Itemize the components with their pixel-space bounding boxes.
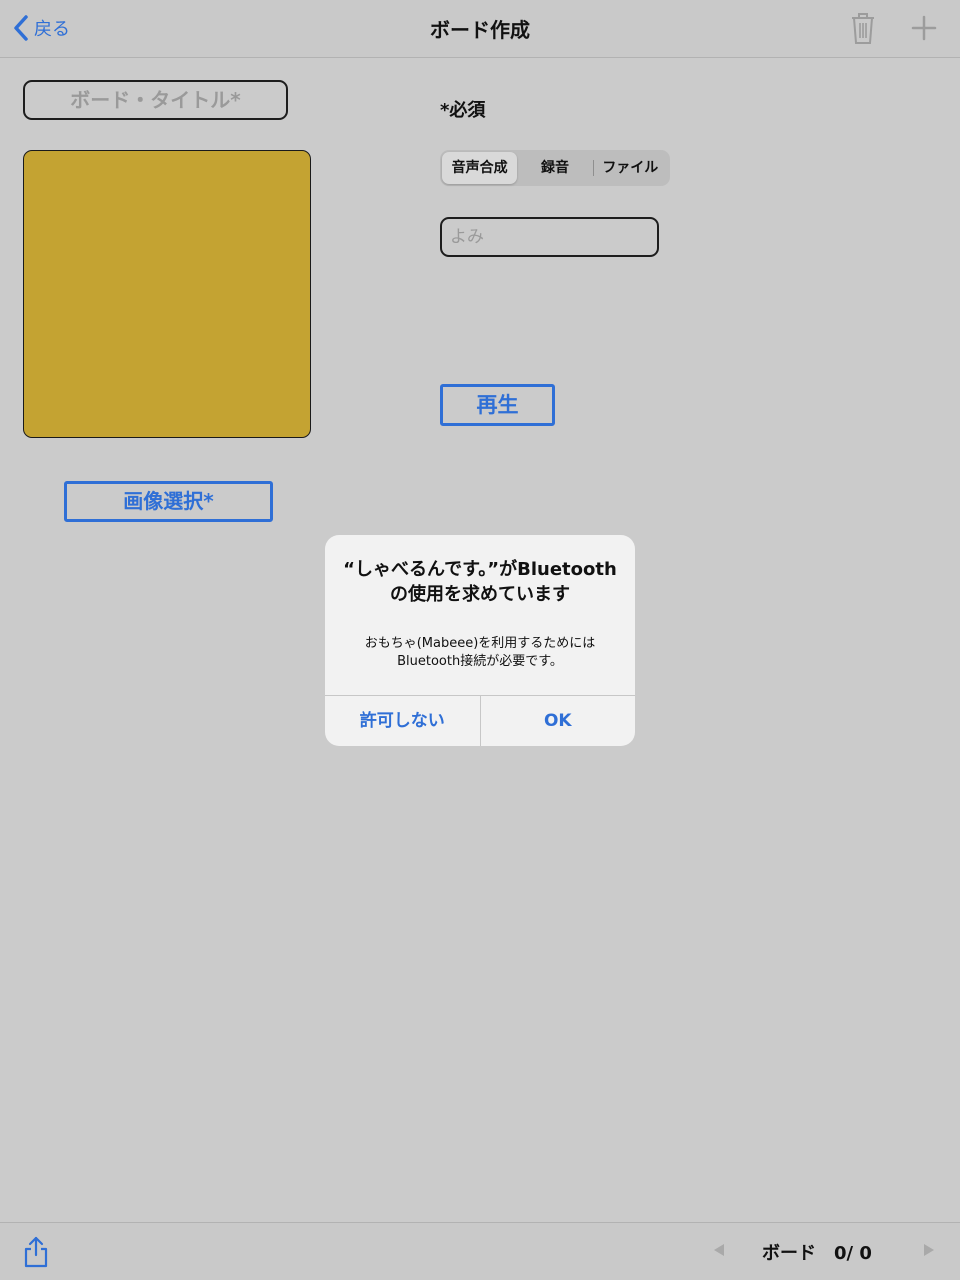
previous-icon[interactable]: [712, 1243, 726, 1257]
ok-button[interactable]: OK: [481, 696, 636, 746]
share-icon[interactable]: [22, 1235, 50, 1269]
board-counter: ボード 0/ 0: [762, 1243, 872, 1264]
bluetooth-permission-alert: “しゃべるんです。”がBluetoothの使用を求めています おもちゃ(Mabe…: [325, 535, 635, 746]
deny-button[interactable]: 許可しない: [325, 696, 481, 746]
board-image-preview[interactable]: [23, 150, 311, 438]
alert-button-row: 許可しない OK: [325, 695, 635, 746]
alert-message: おもちゃ(Mabeee)を利用するためにはBluetooth接続が必要です。: [364, 636, 596, 669]
segment-recording[interactable]: 録音: [517, 152, 592, 184]
required-note: *必須: [440, 100, 486, 121]
reading-input[interactable]: よみ: [440, 217, 659, 257]
sound-source-segmented-control: 音声合成 録音 ファイル: [440, 150, 670, 186]
alert-title: “しゃべるんです。”がBluetoothの使用を求めています: [343, 559, 617, 605]
segment-file[interactable]: ファイル: [592, 152, 668, 184]
select-image-button[interactable]: 画像選択*: [64, 481, 273, 522]
page-title: ボード作成: [430, 18, 530, 42]
segment-speech-synthesis[interactable]: 音声合成: [442, 152, 518, 184]
board-title-input[interactable]: ボード・タイトル*: [23, 80, 288, 120]
navigation-bar: 戻る ボード作成: [0, 0, 960, 58]
plus-icon[interactable]: [908, 12, 940, 44]
trash-icon[interactable]: [848, 10, 878, 46]
bottom-toolbar: ボード 0/ 0: [0, 1222, 960, 1280]
next-icon[interactable]: [922, 1243, 936, 1257]
play-button[interactable]: 再生: [440, 384, 555, 426]
